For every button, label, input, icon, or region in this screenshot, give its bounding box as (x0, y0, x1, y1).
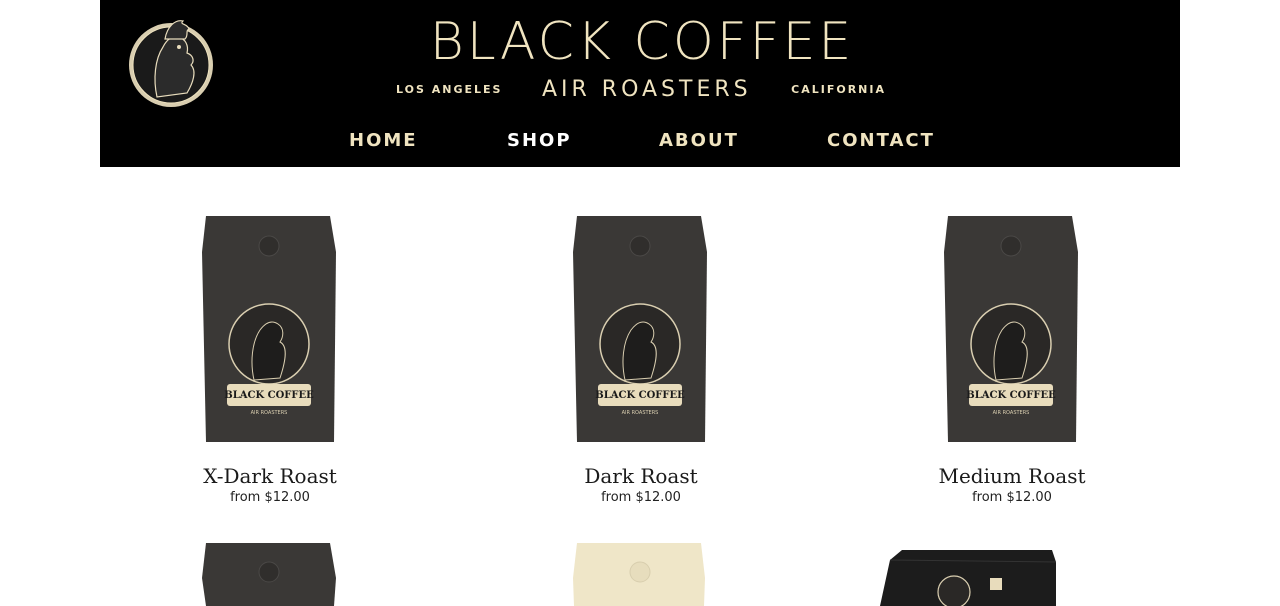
bag-label: BLACK COFFEE (224, 390, 314, 401)
product-image-row2-1[interactable] (120, 538, 420, 606)
nav-item-shop[interactable]: SHOP (507, 130, 572, 151)
bag-label: BLACK COFFEE (595, 390, 685, 401)
product-name[interactable]: X-Dark Roast (120, 463, 420, 489)
product-card-x-dark[interactable]: BLACK COFFEE AIR ROASTERS X-Dark Roast f… (120, 212, 420, 505)
brand-subtitle: LOS ANGELES AIR ROASTERS CALIFORNIA (396, 74, 886, 104)
product-image[interactable]: BLACK COFFEE AIR ROASTERS (491, 212, 791, 442)
product-card-dark[interactable]: BLACK COFFEE AIR ROASTERS Dark Roast fro… (491, 212, 791, 505)
product-price: from $12.00 (601, 490, 681, 505)
main-nav: HOME SHOP ABOUT CONTACT (100, 130, 1180, 158)
nav-item-contact[interactable]: CONTACT (827, 130, 935, 151)
brand-tagline: AIR ROASTERS (541, 76, 752, 102)
brand-location-left: LOS ANGELES (396, 82, 503, 96)
product-price: from $12.00 (230, 490, 310, 505)
bag-sublabel: AIR ROASTERS (251, 410, 288, 416)
rooster-logo-icon[interactable] (127, 9, 215, 109)
product-image[interactable]: BLACK COFFEE AIR ROASTERS (120, 212, 420, 442)
coffee-bag-icon: BLACK COFFEE AIR ROASTERS (202, 216, 336, 442)
product-name[interactable]: Dark Roast (491, 463, 791, 489)
site-header: BLACK COFFEE LOS ANGELES AIR ROASTERS CA… (100, 0, 1180, 167)
bag-label: BLACK COFFEE (966, 390, 1056, 401)
product-image-row2-3[interactable] (862, 538, 1162, 606)
product-card-medium[interactable]: BLACK COFFEE AIR ROASTERS Medium Roast f… (862, 212, 1162, 505)
bag-sublabel: AIR ROASTERS (993, 410, 1030, 416)
product-image-row2-2[interactable] (491, 538, 791, 606)
product-price: from $12.00 (972, 490, 1052, 505)
brand-location-right: CALIFORNIA (791, 82, 886, 96)
coffee-bag-icon: BLACK COFFEE AIR ROASTERS (944, 216, 1078, 442)
nav-item-home[interactable]: HOME (349, 130, 418, 151)
nav-item-about[interactable]: ABOUT (659, 130, 739, 151)
brand-title: BLACK COFFEE (429, 12, 855, 72)
product-name[interactable]: Medium Roast (862, 463, 1162, 489)
product-image[interactable]: BLACK COFFEE AIR ROASTERS (862, 212, 1162, 442)
bag-sublabel: AIR ROASTERS (622, 410, 659, 416)
coffee-bag-icon: BLACK COFFEE AIR ROASTERS (573, 216, 707, 442)
